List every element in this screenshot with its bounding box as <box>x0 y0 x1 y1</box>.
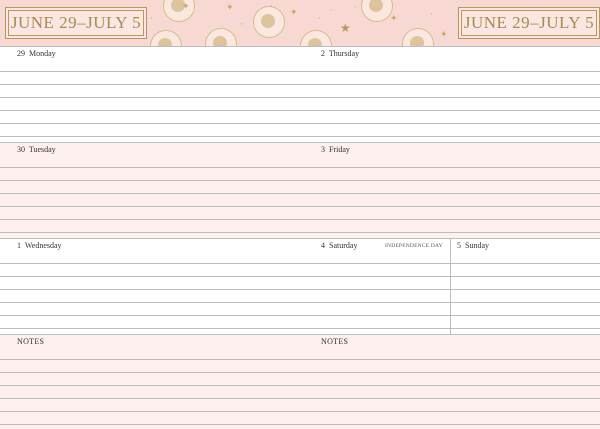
rule-line <box>0 46 600 47</box>
week-title-left: JUNE 29–JULY 5 <box>5 7 147 39</box>
star-icon: ★ <box>340 21 351 35</box>
day-sunday: 5 Sunday <box>457 241 489 250</box>
star-icon: · <box>150 13 153 23</box>
notes-label-left: NOTES <box>17 337 45 346</box>
day-number: 30 <box>17 145 25 154</box>
rule-line <box>0 334 600 335</box>
star-icon: ✦ <box>390 13 398 23</box>
day-name: Wednesday <box>24 241 62 250</box>
day-friday: 3 Friday <box>321 145 350 154</box>
day-monday: 29 Monday <box>17 49 56 58</box>
sun-icon <box>163 0 195 22</box>
day-name: Thursday <box>328 49 360 58</box>
rule-line <box>0 238 600 239</box>
notes-label-right: NOTES <box>321 337 349 346</box>
section-row-2: 30 Tuesday 3 Friday <box>0 142 600 238</box>
writing-lines <box>0 155 600 238</box>
week-title-right: JUNE 29–JULY 5 <box>458 7 600 39</box>
star-icon: ✦ <box>440 29 448 39</box>
sun-icon <box>402 28 434 46</box>
day-name: Tuesday <box>28 145 56 154</box>
column-divider <box>450 238 451 334</box>
day-name: Sunday <box>465 241 489 250</box>
writing-lines <box>0 347 600 429</box>
star-icon: ✦ <box>290 7 298 17</box>
sun-icon <box>300 30 332 46</box>
sun-icon <box>361 0 393 22</box>
section-row-3: 1 Wednesday 4 Saturday INDEPENDENCE DAY … <box>0 238 600 334</box>
day-wednesday: 1 Wednesday <box>17 241 62 250</box>
star-icon: · <box>318 13 321 23</box>
sun-icon <box>205 28 237 46</box>
planner-page: ★ ✦ ✦ ✦ · · ✦ · · · · ✦ · JUNE 29–JULY 5… <box>0 0 600 429</box>
day-number: 5 <box>457 241 461 250</box>
holiday-label: INDEPENDENCE DAY <box>385 243 443 249</box>
section-row-1: 29 Monday 2 Thursday <box>0 46 600 142</box>
day-name: Saturday <box>329 241 358 250</box>
star-icon: ✦ <box>182 1 190 11</box>
star-icon: · <box>430 9 433 19</box>
sun-icon <box>150 30 182 46</box>
writing-lines <box>0 59 600 142</box>
day-number: 3 <box>321 145 325 154</box>
day-name: Friday <box>329 145 350 154</box>
header-band: ★ ✦ ✦ ✦ · · ✦ · · · · ✦ · JUNE 29–JULY 5… <box>0 0 600 46</box>
rule-line <box>0 142 600 143</box>
week-title-text: JUNE 29–JULY 5 <box>463 13 595 32</box>
section-notes: NOTES NOTES <box>0 334 600 429</box>
day-saturday: 4 Saturday <box>321 241 357 250</box>
star-icon: · <box>240 19 243 29</box>
day-number: 1 <box>17 241 21 250</box>
day-number: 29 <box>17 49 25 58</box>
writing-lines <box>0 251 600 334</box>
day-number: 4 <box>321 241 325 250</box>
day-thursday: 2 Thursday <box>321 49 359 58</box>
star-icon: · <box>270 1 273 11</box>
day-name: Monday <box>29 49 56 58</box>
day-number: 2 <box>321 49 325 58</box>
week-title-text: JUNE 29–JULY 5 <box>10 13 142 32</box>
sun-icon <box>253 6 285 38</box>
star-icon: ✦ <box>226 2 234 12</box>
star-icon: · <box>330 5 333 15</box>
star-icon: · <box>354 2 357 12</box>
day-tuesday: 30 Tuesday <box>17 145 56 154</box>
